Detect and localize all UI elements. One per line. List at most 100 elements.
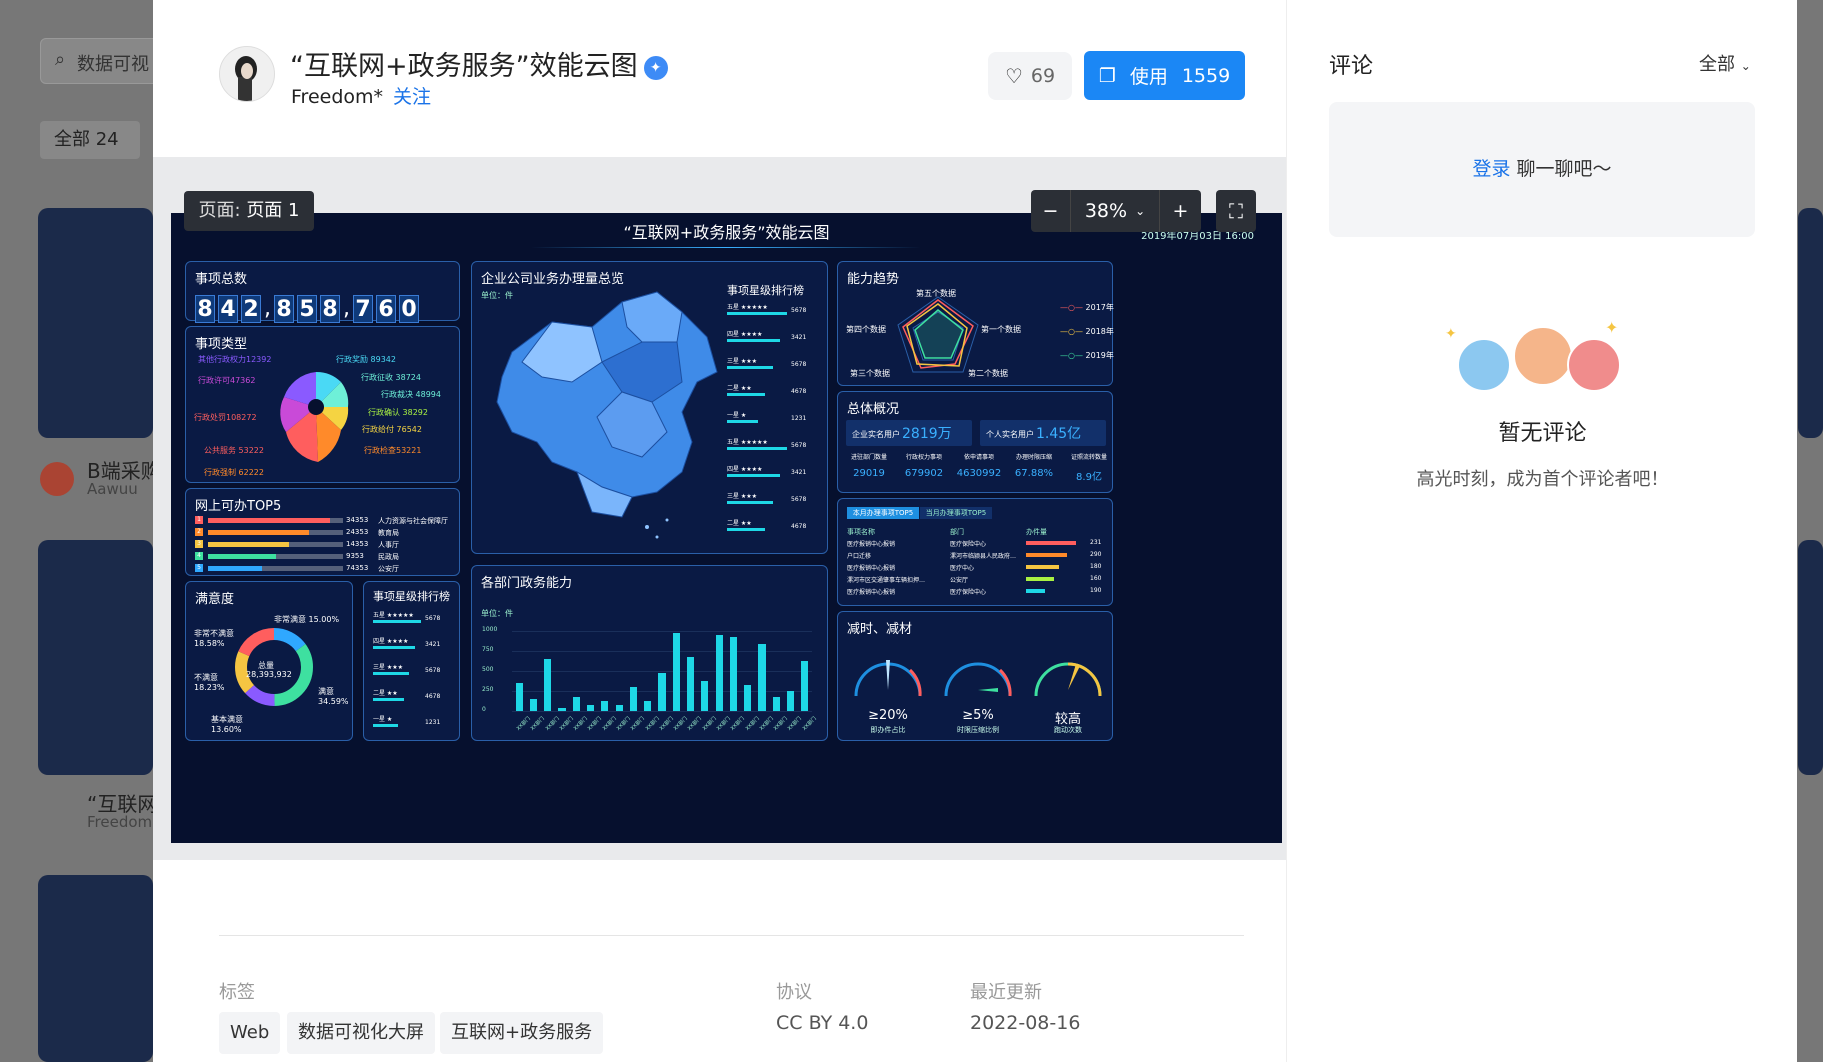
- star-label: 五星 ★★★★★: [727, 439, 768, 446]
- dept-tick-label: XX部门: [729, 715, 747, 732]
- panel-overview: 总体概况 企业实名用户 2819万 个人实名用户 1.45亿 进驻部门数量 290…: [837, 391, 1113, 493]
- type-label: 行政征收 38724: [361, 373, 421, 382]
- tag-item[interactable]: Web: [219, 1012, 281, 1054]
- top5-item-bar: [1026, 553, 1068, 557]
- star-value: 5678: [425, 615, 441, 622]
- use-label: 使用: [1129, 66, 1168, 88]
- total-digit: 2: [241, 295, 261, 323]
- author-line: Freedom* 关注: [291, 82, 431, 109]
- author-avatar[interactable]: [219, 46, 275, 102]
- star-label: 二星 ★★: [373, 690, 398, 697]
- total-digit: 8: [274, 295, 294, 323]
- login-link[interactable]: 登录: [1472, 158, 1510, 180]
- type-label: 行政许可47362: [198, 376, 256, 385]
- top5-item-name: 医疗报销中心报销: [847, 541, 896, 548]
- top5-rank: 4: [195, 552, 203, 560]
- star-value: 5678: [425, 667, 441, 674]
- star-value: 4678: [425, 693, 441, 700]
- template-title: “互联网+政务服务”效能云图 ✦: [290, 44, 668, 83]
- follow-link[interactable]: 关注: [393, 86, 431, 108]
- author-name[interactable]: Freedom*: [291, 86, 383, 108]
- zoom-out-button[interactable]: −: [1031, 190, 1071, 232]
- dept-axis-tick: 1000: [482, 626, 498, 633]
- zoom-control: − 38% ⌄ +: [1031, 190, 1201, 232]
- tag-item[interactable]: 数据可视化大屏: [287, 1012, 435, 1054]
- dept-tick-label: XX部门: [529, 715, 547, 732]
- satisfaction-title: 满意度: [195, 592, 235, 607]
- dept-bar: [658, 672, 666, 711]
- top5-item-value: 290: [1090, 551, 1102, 558]
- top5-name: 公安厅: [378, 565, 399, 573]
- overview-stat-label: 进驻部门数量: [850, 454, 887, 461]
- dept-bar: [672, 632, 680, 711]
- overview-stat-value: 29019: [853, 468, 885, 479]
- top5-item-bar: [1026, 577, 1054, 581]
- chevron-down-icon: ⌄: [1740, 59, 1751, 73]
- dept-bar: [529, 699, 537, 711]
- dept-axis-tick: 0: [482, 706, 486, 713]
- star-value: 4678: [791, 388, 807, 395]
- overview-stat-value: 67.88%: [1014, 468, 1054, 479]
- zoom-in-button[interactable]: +: [1159, 190, 1201, 232]
- type-label: 行政检查53221: [364, 446, 422, 455]
- china-map: [496, 291, 718, 539]
- dept-tick-label: XX部门: [687, 715, 704, 732]
- license-value: CC BY 4.0: [776, 1012, 869, 1034]
- overview-stat-label: 依申请事项: [963, 454, 994, 461]
- top5-title: 网上可办TOP5: [195, 499, 282, 514]
- top5-item-dept: 医疗保险中心: [950, 541, 987, 548]
- dept-gridline: [512, 651, 812, 652]
- dept-gridline: [512, 631, 812, 632]
- total-digit: 8: [320, 295, 340, 323]
- dept-bar: [701, 680, 709, 711]
- total-digit: 7: [353, 295, 373, 323]
- top5-tab-active[interactable]: 本月办理事项TOP5: [847, 507, 919, 519]
- template-detail-modal: “互联网+政务服务”效能云图 ✦ Freedom* 关注 ♡ 69 ❐ 使用 155…: [153, 0, 1797, 1062]
- panel-star-rank-small: 事项星级排行榜 五星 ★★★★★ 5678 四星 ★★★★ 3421 三星 ★★★ 567…: [363, 581, 460, 741]
- page-selector[interactable]: 页面: 页面 1: [184, 191, 314, 231]
- star-label: 四星 ★★★★: [727, 331, 763, 338]
- dept-bar: [601, 701, 609, 711]
- comments-title: 评论: [1329, 54, 1374, 79]
- star-bar: [373, 620, 421, 623]
- top5-rank: 3: [195, 540, 203, 548]
- updated-label: 最近更新: [970, 982, 1042, 1003]
- dept-bar: [515, 683, 523, 711]
- top5-value: 14353: [346, 540, 369, 548]
- fullscreen-button[interactable]: ⛶: [1216, 190, 1256, 232]
- zoom-level-select[interactable]: 38% ⌄: [1071, 190, 1159, 232]
- face-avatar: [1513, 326, 1573, 386]
- like-button[interactable]: ♡ 69: [988, 52, 1072, 100]
- digit-separator: ,: [343, 296, 350, 321]
- top5-item-name: 户口迁移: [847, 553, 872, 560]
- total-digit: 8: [195, 295, 215, 323]
- use-template-button[interactable]: ❐ 使用 1559: [1084, 51, 1245, 100]
- star-value: 1231: [791, 415, 807, 422]
- bg-card-thumb-3: [38, 875, 153, 1062]
- bg-card-thumb-right-2: [1798, 540, 1823, 775]
- dept-tick-label: XX部门: [644, 715, 661, 732]
- comments-filter[interactable]: 全部 ⌄: [1699, 50, 1751, 76]
- star-bar: [727, 312, 787, 315]
- dept-tick-label: XX部门: [629, 715, 647, 732]
- dept-bar: [787, 691, 795, 711]
- dept-tick-label: XX部门: [715, 715, 732, 732]
- top5-item-value: 231: [1090, 539, 1102, 546]
- overview-stat-value: 8.9亿: [1076, 472, 1102, 483]
- bg-card-thumb-right-1: [1798, 208, 1823, 438]
- type-label: 行政奖励 89342: [336, 355, 396, 364]
- top5-value: 24353: [346, 528, 369, 536]
- top5-item-dept: 医疗保险中心: [950, 589, 987, 596]
- type-label: 公共服务 53222: [204, 446, 264, 455]
- gauge-label: 时限压缩比例: [957, 726, 999, 734]
- face-avatar: [1457, 338, 1511, 392]
- dept-axis-tick: 500: [482, 666, 494, 673]
- overview-stat-label: 行政权力事项: [905, 454, 942, 461]
- dept-tick-label: XX部门: [772, 715, 789, 732]
- top5-tab[interactable]: 当月办理事项TOP5: [920, 507, 992, 519]
- tag-item[interactable]: 互联网+政务服务: [440, 1012, 604, 1054]
- bg-card-thumb-2: [38, 540, 153, 775]
- gauges-row: [854, 660, 1102, 697]
- dept-bar: [572, 696, 580, 711]
- search-icon: ⌕: [55, 49, 66, 70]
